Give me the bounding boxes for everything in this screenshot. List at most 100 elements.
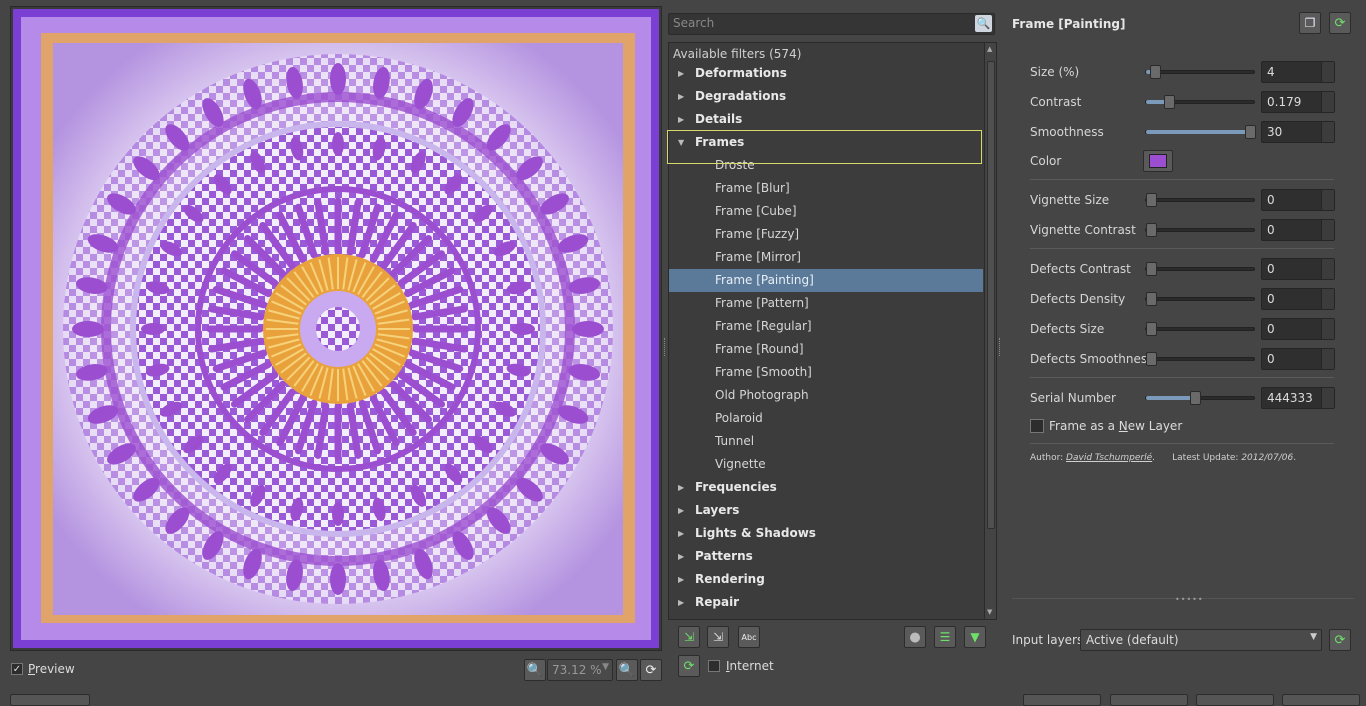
rename-fave-button[interactable]: Abc	[738, 626, 760, 648]
tree-category[interactable]: ▶ Rendering	[669, 568, 983, 591]
tree-category[interactable]: ▶ Lights & Shadows	[669, 522, 983, 545]
tree-filter-item[interactable]: Frame [Cube]	[669, 200, 983, 223]
scroll-up-icon[interactable]: ▲	[987, 45, 992, 53]
bottom-button[interactable]	[1196, 694, 1274, 706]
tree-category[interactable]: ▶ Details	[669, 108, 983, 131]
slider-knob[interactable]	[1146, 322, 1157, 336]
size-spinbox[interactable]: 4	[1261, 61, 1335, 83]
zoom-in-button[interactable]: 🔍	[616, 659, 638, 681]
smoothness-slider[interactable]	[1145, 125, 1256, 139]
vignette-size-slider[interactable]	[1145, 193, 1255, 207]
color-picker-button[interactable]	[1143, 150, 1173, 172]
slider-knob[interactable]	[1146, 193, 1157, 207]
tree-filter-item[interactable]: Frame [Pattern]	[669, 292, 983, 315]
tree-filter-item[interactable]: Frame [Fuzzy]	[669, 223, 983, 246]
bottom-button[interactable]	[1282, 694, 1360, 706]
serial-number-slider[interactable]	[1145, 391, 1255, 405]
tree-filter-item[interactable]: Tunnel	[669, 430, 983, 453]
vignette-size-spinbox[interactable]: 0	[1261, 189, 1335, 211]
defects-smoothness-slider[interactable]	[1145, 352, 1255, 366]
tree-filter-item[interactable]: Frame [Blur]	[669, 177, 983, 200]
vignette-contrast-slider[interactable]	[1145, 223, 1255, 237]
expand-all-button[interactable]: ☰	[934, 626, 956, 648]
slider-knob[interactable]	[1245, 125, 1256, 139]
internet-checkbox[interactable]	[708, 660, 720, 672]
bottom-button[interactable]	[1023, 694, 1101, 706]
contrast-slider[interactable]	[1145, 95, 1255, 109]
tree-filter-item[interactable]: Vignette	[669, 453, 983, 476]
preview-image[interactable]	[13, 9, 659, 648]
defects-contrast-slider[interactable]	[1145, 262, 1255, 276]
chevron-right-icon[interactable]: ▶	[678, 522, 684, 545]
scrollbar-thumb[interactable]	[987, 61, 995, 529]
defects-density-slider[interactable]	[1145, 292, 1255, 306]
slider-knob[interactable]	[1146, 223, 1157, 237]
internet-toggle[interactable]: Internet	[708, 659, 774, 673]
slider-knob[interactable]	[1146, 292, 1157, 306]
chevron-right-icon[interactable]: ▶	[678, 476, 684, 499]
tree-filter-item[interactable]: Frame [Painting]	[669, 269, 983, 292]
new-layer-checkbox[interactable]	[1030, 419, 1044, 433]
search-input[interactable]: Search 🔍	[668, 13, 995, 35]
tree-filter-item[interactable]: Frame [Round]	[669, 338, 983, 361]
tree-category[interactable]: ▶ Frequencies	[669, 476, 983, 499]
add-fave-button[interactable]: ⇲	[678, 626, 700, 648]
author-link[interactable]: David Tschumperlé	[1066, 453, 1152, 463]
tree-filter-item[interactable]: Frame [Mirror]	[669, 246, 983, 269]
filter-scrollbar[interactable]: ▲ ▼	[984, 43, 996, 619]
preview-toggle[interactable]: ✓ Preview	[11, 662, 75, 676]
refresh-preview-button[interactable]: ⟳	[640, 659, 662, 681]
defects-size-slider[interactable]	[1145, 322, 1255, 336]
tree-category[interactable]: ▶ Deformations	[669, 62, 983, 85]
slider-knob[interactable]	[1190, 391, 1201, 405]
splitter-handle[interactable]	[664, 338, 667, 356]
preview-checkbox[interactable]: ✓	[11, 663, 23, 675]
defects-smoothness-spinbox[interactable]: 0	[1261, 348, 1335, 370]
slider-knob[interactable]	[1146, 262, 1157, 276]
filter-tree[interactable]: Available filters (574) ▶ Deformations ▶ De…	[668, 42, 997, 620]
tree-category[interactable]: ▶ Layers	[669, 499, 983, 522]
chevron-right-icon[interactable]: ▶	[678, 591, 684, 614]
refresh-layers-button[interactable]: ⟳	[1329, 629, 1351, 651]
zoom-field[interactable]: 73.12 % ▼	[547, 659, 613, 681]
remove-fave-button[interactable]: ⇲	[707, 626, 729, 648]
zoom-out-button[interactable]: 🔍	[524, 659, 546, 681]
copy-button[interactable]: ❐	[1299, 12, 1321, 34]
slider-knob[interactable]	[1146, 352, 1157, 366]
tree-filter-item[interactable]: Droste	[669, 154, 983, 177]
update-filters-button[interactable]: ⟳	[678, 655, 700, 677]
tree-filter-item[interactable]: Frame [Smooth]	[669, 361, 983, 384]
defects-density-spinbox[interactable]: 0	[1261, 288, 1335, 310]
size-slider[interactable]	[1145, 65, 1255, 79]
chevron-right-icon[interactable]: ▶	[678, 85, 684, 108]
input-layers-select[interactable]: Active (default) ▼	[1080, 629, 1322, 651]
serial-number-spinbox[interactable]: 444333	[1261, 387, 1335, 409]
chevron-right-icon[interactable]: ▶	[678, 568, 684, 591]
vignette-contrast-spinbox[interactable]: 0	[1261, 219, 1335, 241]
defects-size-spinbox[interactable]: 0	[1261, 318, 1335, 340]
tree-category[interactable]: ▶ Degradations	[669, 85, 983, 108]
tree-category[interactable]: ▶ Repair	[669, 591, 983, 614]
scroll-down-icon[interactable]: ▼	[987, 608, 992, 616]
defects-contrast-spinbox[interactable]: 0	[1261, 258, 1335, 280]
chevron-down-icon[interactable]: ▼	[678, 131, 684, 154]
splitter-handle[interactable]	[999, 338, 1002, 356]
chevron-right-icon[interactable]: ▶	[678, 62, 684, 85]
chevron-right-icon[interactable]: ▶	[678, 545, 684, 568]
slider-knob[interactable]	[1164, 95, 1175, 109]
tree-category[interactable]: ▶ Patterns	[669, 545, 983, 568]
collapse-all-button[interactable]: ▼	[964, 626, 986, 648]
tree-filter-item[interactable]: Old Photograph	[669, 384, 983, 407]
contrast-spinbox[interactable]: 0.179	[1261, 91, 1335, 113]
bottom-button[interactable]	[10, 694, 90, 706]
chevron-right-icon[interactable]: ▶	[678, 499, 684, 522]
chevron-right-icon[interactable]: ▶	[678, 108, 684, 131]
reset-button[interactable]: ⟳	[1329, 12, 1351, 34]
splitter-handle[interactable]: •••••	[1175, 595, 1204, 604]
new-layer-toggle[interactable]: Frame as a New Layer	[1030, 419, 1182, 433]
smoothness-spinbox[interactable]: 30	[1261, 121, 1335, 143]
preview-panel[interactable]	[10, 6, 662, 651]
bottom-button[interactable]	[1110, 694, 1188, 706]
tree-category-frames[interactable]: ▼ Frames	[669, 131, 983, 154]
settings-button[interactable]: ●	[904, 626, 926, 648]
